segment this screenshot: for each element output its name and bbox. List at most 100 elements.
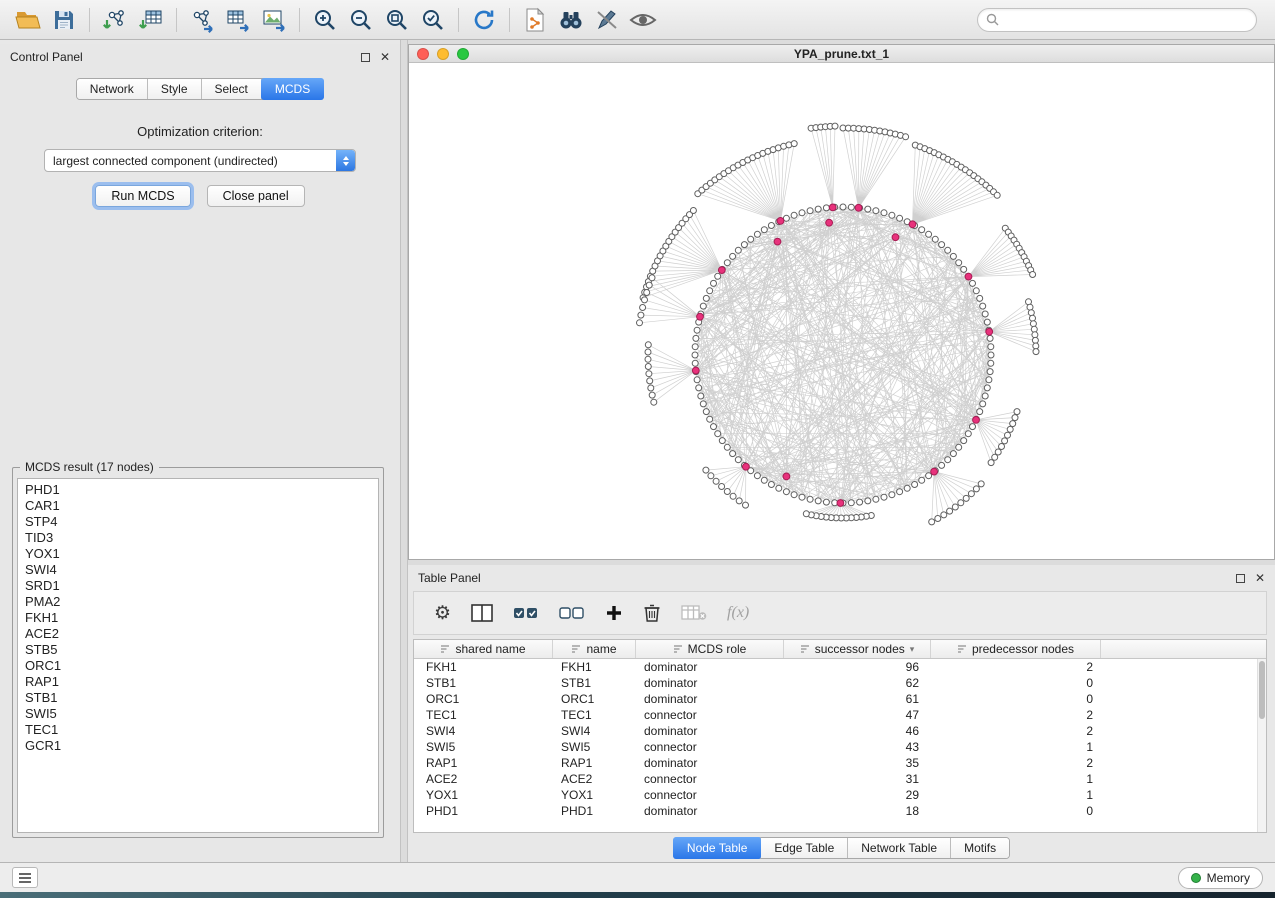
network-node[interactable] [970, 280, 976, 286]
network-node[interactable] [823, 205, 829, 211]
network-node[interactable] [692, 360, 698, 366]
network-node[interactable] [965, 431, 971, 437]
network-node[interactable] [791, 141, 797, 147]
share-document-icon[interactable] [517, 5, 553, 35]
network-node[interactable] [735, 247, 741, 253]
network-node[interactable] [973, 288, 979, 294]
result-item[interactable]: STB1 [18, 690, 378, 706]
tab-select[interactable]: Select [202, 79, 262, 99]
network-node[interactable] [903, 134, 909, 140]
network-node[interactable] [926, 473, 932, 479]
network-node[interactable] [939, 462, 945, 468]
mcds-hub-node[interactable] [909, 221, 916, 228]
column-header-mcds-role[interactable]: MCDS role [636, 640, 784, 658]
network-node[interactable] [724, 260, 730, 266]
column-header-successor-nodes[interactable]: successor nodes ▾ [784, 640, 931, 658]
table-cell[interactable]: PHD1 [553, 804, 636, 818]
network-window-titlebar[interactable]: YPA_prune.txt_1 [409, 45, 1274, 63]
mcds-hub-node[interactable] [783, 473, 790, 480]
table-cell[interactable]: 96 [784, 660, 931, 674]
network-node[interactable] [984, 385, 990, 391]
open-file-icon[interactable] [10, 5, 46, 35]
network-node[interactable] [711, 280, 717, 286]
table-cell[interactable]: 0 [931, 804, 1101, 818]
table-cell[interactable]: ACE2 [553, 772, 636, 786]
network-node[interactable] [848, 500, 854, 506]
tab-network-table[interactable]: Network Table [848, 838, 951, 858]
add-column-icon[interactable] [605, 604, 623, 622]
table-cell[interactable]: connector [636, 788, 784, 802]
network-node[interactable] [980, 401, 986, 407]
network-node[interactable] [1014, 409, 1020, 415]
result-item[interactable]: PMA2 [18, 594, 378, 610]
float-table-panel-icon[interactable] [1236, 574, 1245, 583]
network-node[interactable] [791, 212, 797, 218]
network-node[interactable] [799, 494, 805, 500]
network-node[interactable] [1033, 343, 1039, 349]
network-node[interactable] [897, 215, 903, 221]
maximize-window-icon[interactable] [457, 48, 469, 60]
network-node[interactable] [952, 504, 958, 510]
table-cell[interactable]: 46 [784, 724, 931, 738]
search-network-icon[interactable] [553, 5, 589, 35]
table-cell[interactable]: STB1 [553, 676, 636, 690]
table-cell[interactable]: dominator [636, 660, 784, 674]
close-window-icon[interactable] [417, 48, 429, 60]
network-node[interactable] [647, 378, 653, 384]
table-cell[interactable]: ORC1 [414, 692, 553, 706]
network-node[interactable] [950, 253, 956, 259]
table-cell[interactable]: connector [636, 772, 784, 786]
network-node[interactable] [897, 489, 903, 495]
network-node[interactable] [648, 385, 654, 391]
mcds-hub-node[interactable] [718, 267, 725, 274]
mcds-hub-node[interactable] [829, 204, 836, 211]
task-history-button[interactable] [12, 867, 38, 888]
table-cell[interactable]: 2 [931, 756, 1101, 770]
network-node[interactable] [1007, 426, 1013, 432]
mcds-hub-node[interactable] [774, 238, 781, 245]
unselect-all-columns-icon[interactable] [559, 604, 585, 622]
network-node[interactable] [776, 485, 782, 491]
table-row[interactable]: TEC1TEC1connector472 [414, 707, 1266, 723]
table-cell[interactable]: dominator [636, 804, 784, 818]
close-panel-button[interactable]: Close panel [207, 185, 305, 207]
import-table-icon[interactable] [133, 5, 169, 35]
result-item[interactable]: PHD1 [18, 482, 378, 498]
column-header-predecessor-nodes[interactable]: predecessor nodes [931, 640, 1101, 658]
tab-motifs[interactable]: Motifs [951, 838, 1009, 858]
table-cell[interactable]: 1 [931, 772, 1101, 786]
mcds-result-list[interactable]: PHD1CAR1STP4TID3YOX1SWI4SRD1PMA2FKH1ACE2… [17, 478, 379, 833]
table-cell[interactable]: 47 [784, 708, 931, 722]
network-node[interactable] [692, 344, 698, 350]
network-node[interactable] [988, 344, 994, 350]
table-cell[interactable]: ACE2 [414, 772, 553, 786]
table-cell[interactable]: connector [636, 740, 784, 754]
network-node[interactable] [707, 288, 713, 294]
network-node[interactable] [761, 477, 767, 483]
network-node[interactable] [768, 223, 774, 229]
show-details-eye-icon[interactable] [625, 5, 661, 35]
table-cell[interactable]: 31 [784, 772, 931, 786]
mcds-hub-node[interactable] [965, 273, 972, 280]
network-node[interactable] [865, 498, 871, 504]
tab-style[interactable]: Style [148, 79, 202, 99]
table-row[interactable]: ACE2ACE2connector311 [414, 771, 1266, 787]
network-node[interactable] [696, 385, 702, 391]
network-node[interactable] [848, 204, 854, 210]
close-panel-icon[interactable]: ✕ [380, 51, 390, 63]
network-node[interactable] [968, 491, 974, 497]
select-all-columns-icon[interactable] [513, 604, 539, 622]
network-node[interactable] [741, 242, 747, 248]
network-node[interactable] [646, 371, 652, 377]
network-node[interactable] [945, 457, 951, 463]
network-node[interactable] [1030, 321, 1036, 327]
delete-column-icon[interactable] [643, 603, 661, 623]
table-cell[interactable]: STB1 [414, 676, 553, 690]
network-node[interactable] [803, 511, 809, 517]
result-item[interactable]: ACE2 [18, 626, 378, 642]
table-cell[interactable]: dominator [636, 756, 784, 770]
network-node[interactable] [649, 392, 655, 398]
table-row[interactable]: PHD1PHD1dominator180 [414, 803, 1266, 819]
table-cell[interactable]: SWI5 [553, 740, 636, 754]
network-node[interactable] [999, 444, 1005, 450]
